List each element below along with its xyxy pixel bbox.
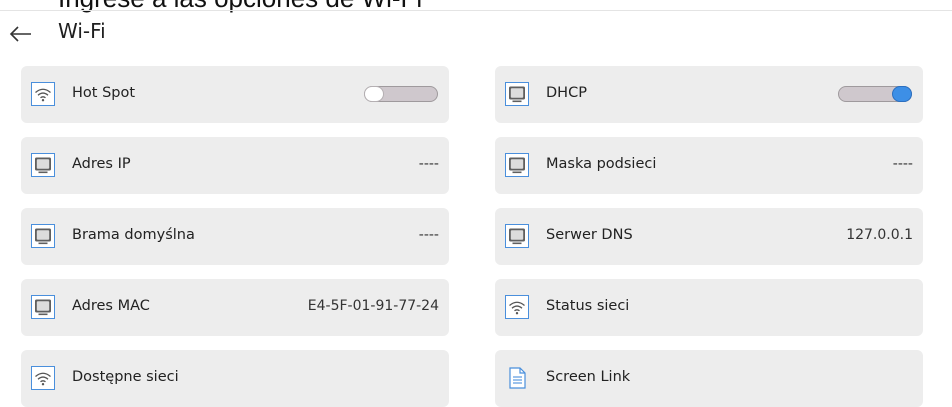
wifi-icon	[505, 295, 529, 319]
arrow-left-icon	[9, 26, 31, 42]
toggle-knob	[892, 86, 912, 102]
item-value: E4-5F-01-91-77-24	[307, 298, 439, 314]
dhcp-item[interactable]: DHCP	[495, 66, 923, 123]
monitor-icon	[31, 295, 55, 319]
item-label: Maska podsieci	[546, 156, 657, 172]
divider	[0, 10, 952, 11]
item-label: Adres IP	[72, 156, 131, 172]
item-value: ----	[892, 156, 913, 172]
monitor-icon	[505, 153, 529, 177]
monitor-icon	[505, 82, 529, 106]
document-icon	[505, 366, 529, 390]
item-label: Serwer DNS	[546, 227, 633, 243]
page-title: Wi-Fi	[58, 19, 106, 43]
back-button[interactable]	[8, 22, 34, 46]
wifi-icon	[31, 366, 55, 390]
gateway-item[interactable]: Brama domyślna ----	[21, 208, 449, 265]
item-label: Status sieci	[546, 298, 630, 314]
subnet-mask-item[interactable]: Maska podsieci ----	[495, 137, 923, 194]
toggle-knob	[364, 86, 384, 102]
item-label: Hot Spot	[72, 85, 136, 101]
dhcp-toggle[interactable]	[838, 86, 912, 102]
item-value: ----	[418, 227, 439, 243]
monitor-icon	[505, 224, 529, 248]
item-label: DHCP	[546, 85, 587, 101]
network-status-item[interactable]: Status sieci	[495, 279, 923, 336]
item-value: ----	[418, 156, 439, 172]
item-label: Screen Link	[546, 369, 631, 385]
item-label: Adres MAC	[72, 298, 150, 314]
item-value: 127.0.0.1	[846, 227, 913, 243]
monitor-icon	[31, 224, 55, 248]
ip-address-item[interactable]: Adres IP ----	[21, 137, 449, 194]
item-label: Dostępne sieci	[72, 369, 179, 385]
dns-server-item[interactable]: Serwer DNS 127.0.0.1	[495, 208, 923, 265]
wifi-icon	[31, 82, 55, 106]
monitor-icon	[31, 153, 55, 177]
hot-spot-item[interactable]: Hot Spot	[21, 66, 449, 123]
mac-address-item[interactable]: Adres MAC E4-5F-01-91-77-24	[21, 279, 449, 336]
hot-spot-toggle[interactable]	[364, 86, 438, 102]
screen-link-item[interactable]: Screen Link	[495, 350, 923, 407]
item-label: Brama domyślna	[72, 227, 195, 243]
document-caption: Ingrese a las opciones de Wi-Fi	[58, 0, 422, 14]
header-bar: Wi-Fi	[0, 14, 952, 54]
available-networks-item[interactable]: Dostępne sieci	[21, 350, 449, 407]
